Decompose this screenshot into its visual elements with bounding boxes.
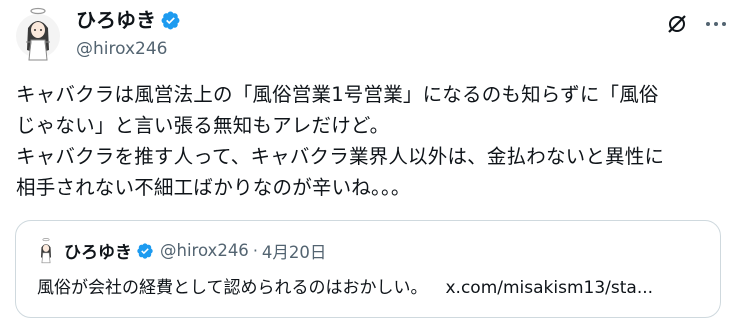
- tweet-text: キャバクラは風営法上の「風俗営業1号営業」になるのも知らずに「風俗 じゃない」と…: [16, 79, 736, 203]
- author-avatar[interactable]: [16, 6, 60, 66]
- quoted-author-handle: @hirox246: [160, 241, 249, 260]
- avatar-illustration-icon: [41, 238, 51, 264]
- quoted-date: 4月20日: [261, 242, 327, 262]
- author-name-row: ひろゆき: [76, 7, 181, 33]
- quoted-author-name: ひろゆき: [64, 243, 132, 263]
- author-display-name[interactable]: ひろゆき: [76, 7, 156, 33]
- more-options-icon[interactable]: [703, 11, 729, 37]
- author-handle[interactable]: @hirox246: [76, 38, 168, 60]
- verified-badge-icon: [137, 242, 153, 259]
- quoted-author-avatar: [36, 237, 56, 265]
- grok-icon[interactable]: [666, 13, 688, 35]
- verified-badge-icon: [161, 11, 180, 29]
- quoted-link[interactable]: x.com/misakism13/sta...: [446, 278, 654, 298]
- quoted-tweet-card[interactable]: ひろゆき @hirox246 · 4月20日 風俗が会社の経費として認められるの…: [15, 220, 721, 318]
- tweet-text-line: キャバクラを推す人って、キャバクラ業界人以外は、金払わないと異性に: [16, 145, 665, 168]
- quoted-separator: ·: [252, 241, 258, 260]
- tweet-text-line: キャバクラは風営法上の「風俗営業1号営業」になるのも知らずに「風俗: [16, 83, 659, 106]
- quoted-text-body: 風俗が会社の経費として認められるのはおかしい。: [37, 278, 428, 298]
- tweet-text-line: じゃない」と言い張る無知もアレだけど。: [16, 114, 390, 137]
- quoted-tweet-text: 風俗が会社の経費として認められるのはおかしい。 x.com/misakism13/…: [37, 273, 653, 298]
- quoted-tweet-header: ひろゆき @hirox246 · 4月20日: [64, 238, 326, 263]
- tweet-text-line: 相手されない不細工ばかりなのが辛いね。。。: [16, 176, 411, 199]
- avatar-illustration-icon: [16, 7, 60, 61]
